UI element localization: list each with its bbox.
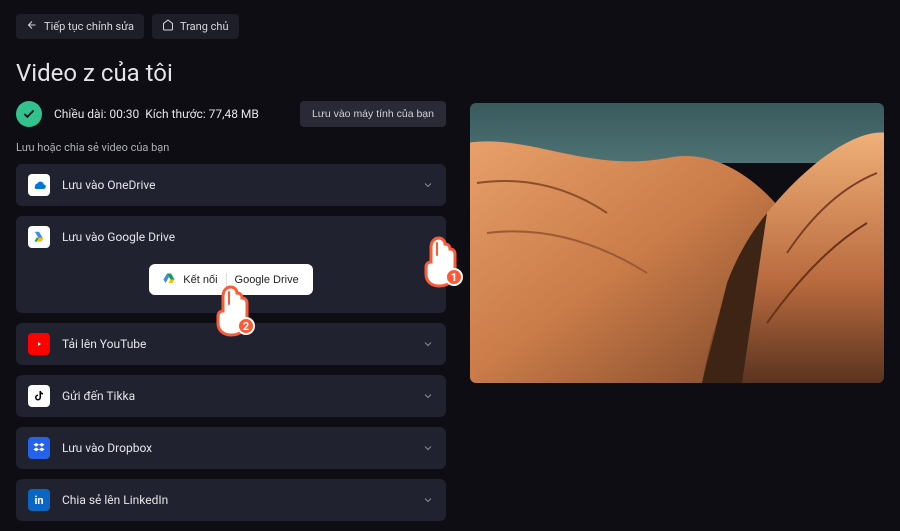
option-google-drive[interactable]: Lưu vào Google Drive Kết nối Google Driv… [16, 216, 446, 313]
chevron-down-icon [422, 491, 434, 510]
connect-label: Kết nối [183, 274, 217, 286]
page-title: Video z của tôi [0, 49, 900, 101]
option-dropbox[interactable]: Lưu vào Dropbox [16, 427, 446, 469]
option-label: Gửi đến Tikka [62, 389, 135, 403]
connect-google-drive-button[interactable]: Kết nối Google Drive [149, 264, 312, 295]
chevron-down-icon [422, 439, 434, 458]
youtube-icon [28, 333, 50, 355]
linkedin-icon: in [28, 489, 50, 511]
option-youtube[interactable]: Tải lên YouTube [16, 323, 446, 365]
option-label: Lưu vào Google Drive [62, 230, 175, 244]
service-label: Google Drive [235, 274, 299, 286]
option-onedrive[interactable]: Lưu vào OneDrive [16, 164, 446, 206]
separator [226, 273, 227, 287]
tiktok-icon [28, 385, 50, 407]
home-button[interactable]: Trang chủ [152, 14, 239, 39]
google-drive-icon [163, 272, 175, 287]
video-preview [470, 103, 884, 383]
success-check-icon [16, 101, 42, 127]
chevron-down-icon [422, 387, 434, 406]
arrow-left-icon [26, 19, 38, 34]
back-label: Tiếp tục chỉnh sửa [44, 20, 134, 33]
option-label: Tải lên YouTube [62, 337, 146, 351]
option-label: Chia sẻ lên LinkedIn [62, 493, 168, 507]
share-section-label: Lưu hoặc chia sẻ video của bạn [16, 141, 446, 154]
onedrive-icon [28, 174, 50, 196]
option-linkedin[interactable]: in Chia sẻ lên LinkedIn [16, 479, 446, 521]
video-info: Chiều dài: 00:30 Kích thước: 77,48 MB [54, 107, 259, 121]
option-tiktok[interactable]: Gửi đến Tikka [16, 375, 446, 417]
back-button[interactable]: Tiếp tục chỉnh sửa [16, 14, 144, 39]
dropbox-icon [28, 437, 50, 459]
option-label: Lưu vào Dropbox [62, 441, 152, 455]
option-label: Lưu vào OneDrive [62, 178, 156, 192]
chevron-down-icon [422, 176, 434, 195]
home-icon [162, 19, 174, 34]
home-label: Trang chủ [180, 20, 229, 33]
chevron-down-icon [422, 335, 434, 354]
google-drive-icon [28, 226, 50, 248]
download-button[interactable]: Lưu vào máy tính của bạn [300, 101, 446, 127]
